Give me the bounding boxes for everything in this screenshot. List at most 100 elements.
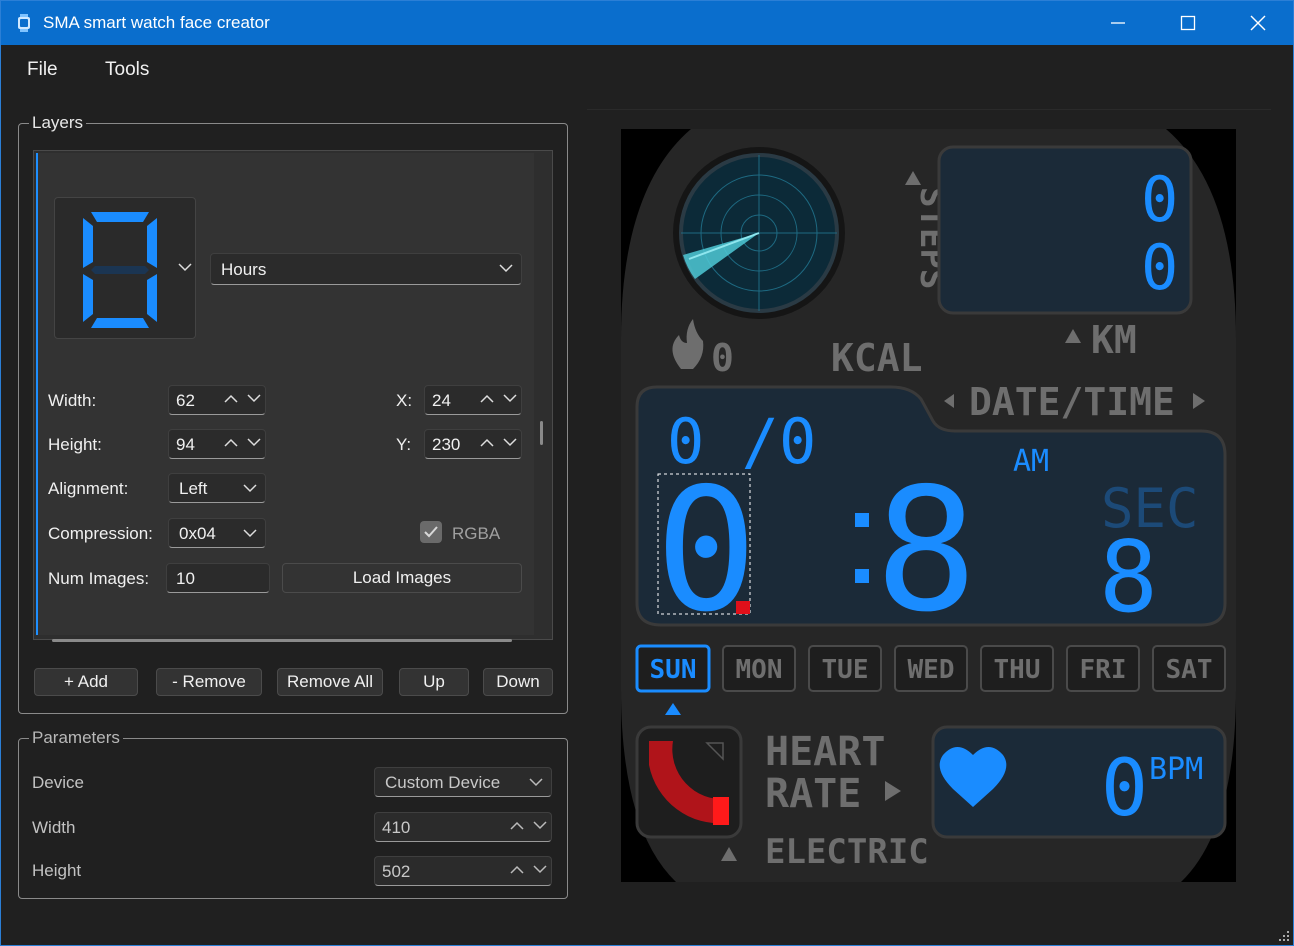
bpm-value: 0 xyxy=(1101,744,1148,834)
day-box-sun: SUN xyxy=(635,644,711,693)
decrement-icon[interactable] xyxy=(247,438,261,447)
day-box-wed: WED xyxy=(894,645,968,692)
day-label-mon: MON xyxy=(736,655,783,685)
parameters-group-title: Parameters xyxy=(29,728,123,748)
height-spinbox[interactable]: 94 xyxy=(168,429,266,459)
layers-list[interactable]: Hours Width: 62 X: 24 Height: 94 Y: 230 … xyxy=(33,150,553,642)
decrement-icon[interactable] xyxy=(247,394,261,403)
day-label-thu: THU xyxy=(994,655,1041,685)
height-label: Height: xyxy=(48,435,102,454)
close-icon xyxy=(1250,15,1266,31)
alignment-select[interactable]: Left xyxy=(168,473,266,503)
compression-label: Compression: xyxy=(48,524,153,543)
move-up-button[interactable]: Up xyxy=(399,668,469,696)
km-label: KM xyxy=(1091,318,1137,362)
decrement-icon[interactable] xyxy=(533,865,547,874)
menu-tools[interactable]: Tools xyxy=(105,59,149,81)
num-images-input[interactable]: 10 xyxy=(166,563,270,593)
increment-icon[interactable] xyxy=(480,394,494,403)
decrement-icon[interactable] xyxy=(503,438,517,447)
layer-type-value: Hours xyxy=(221,260,267,279)
canvas-height-value: 502 xyxy=(382,862,411,881)
horizontal-scrollbar[interactable] xyxy=(52,639,512,642)
device-value: Custom Device xyxy=(385,773,501,792)
thumbnail-chevron-down-icon[interactable] xyxy=(178,263,192,272)
minimize-button[interactable] xyxy=(1083,1,1153,45)
checkmark-icon xyxy=(424,526,438,538)
resize-handle[interactable] xyxy=(736,601,750,614)
chevron-down-icon xyxy=(529,778,543,787)
x-spinbox[interactable]: 24 xyxy=(424,385,522,415)
datetime-label: DATE/TIME xyxy=(969,380,1175,424)
resize-grip-icon[interactable] xyxy=(1277,929,1291,943)
menu-file[interactable]: File xyxy=(27,59,58,81)
canvas-height-label: Height xyxy=(32,861,82,880)
layer-item-selected[interactable]: Hours Width: 62 X: 24 Height: 94 Y: 230 … xyxy=(36,153,534,635)
move-down-button[interactable]: Down xyxy=(483,668,553,696)
remove-layer-button[interactable]: - Remove xyxy=(156,668,262,696)
width-spinbox[interactable]: 62 xyxy=(168,385,266,415)
canvas-width-spinbox[interactable]: 410 xyxy=(374,812,552,842)
watch-face-canvas[interactable]: STEPS 0 0 KM 0 KCAL DATE/TIME 0 /0 AM 0 xyxy=(621,129,1236,882)
kcal-label: KCAL xyxy=(831,336,923,380)
load-images-button[interactable]: Load Images xyxy=(282,563,522,593)
radar-icon xyxy=(673,147,845,319)
colon-bottom xyxy=(855,569,869,583)
remove-all-button[interactable]: Remove All xyxy=(277,668,383,696)
width-label: Width: xyxy=(48,391,97,410)
day-box-thu: THU xyxy=(980,645,1054,692)
num-images-value: 10 xyxy=(176,569,195,588)
device-select[interactable]: Custom Device xyxy=(374,767,552,797)
chevron-down-icon xyxy=(243,529,257,538)
alignment-value: Left xyxy=(179,479,208,498)
increment-icon[interactable] xyxy=(224,394,238,403)
day-label-wed: WED xyxy=(908,655,955,685)
canvas-height-spinbox[interactable]: 502 xyxy=(374,856,552,886)
width-value: 62 xyxy=(176,391,195,410)
rgba-checkbox[interactable] xyxy=(420,521,442,543)
compression-value: 0x04 xyxy=(179,524,216,543)
minimize-icon xyxy=(1111,22,1125,24)
decrement-icon[interactable] xyxy=(503,394,517,403)
seven-segment-zero-icon xyxy=(83,212,157,328)
steps-digit-2: 0 xyxy=(1141,231,1178,304)
parameters-group: Parameters Device Custom Device Width 41… xyxy=(18,728,568,899)
maximize-icon xyxy=(1180,15,1196,31)
height-value: 94 xyxy=(176,435,195,454)
layer-thumbnail[interactable] xyxy=(54,197,196,339)
watch-face-preview[interactable]: STEPS 0 0 KM 0 KCAL DATE/TIME 0 /0 AM 0 xyxy=(621,129,1236,882)
y-spinbox[interactable]: 230 xyxy=(424,429,522,459)
maximize-button[interactable] xyxy=(1153,1,1223,45)
colon-top xyxy=(855,513,869,527)
menu-bar: File Tools xyxy=(1,45,1293,93)
increment-icon[interactable] xyxy=(224,438,238,447)
app-window: SMA smart watch face creator File Tools … xyxy=(0,0,1294,946)
canvas-width-value: 410 xyxy=(382,818,411,837)
layers-group: Layers Hours Width: 62 X: 24 Height: 94 … xyxy=(18,113,568,714)
rgba-label: RGBA xyxy=(452,524,501,543)
ampm-text: AM xyxy=(1013,444,1049,479)
increment-icon[interactable] xyxy=(510,865,524,874)
day-label-tue: TUE xyxy=(822,655,869,685)
day-box-sat: SAT xyxy=(1152,645,1226,692)
increment-icon[interactable] xyxy=(480,438,494,447)
day-label-sun: SUN xyxy=(650,655,697,685)
add-layer-button[interactable]: + Add xyxy=(34,668,138,696)
heart-label-line1: HEART xyxy=(765,729,885,775)
window-title: SMA smart watch face creator xyxy=(43,13,270,32)
layers-group-title: Layers xyxy=(29,113,87,133)
chevron-down-icon xyxy=(499,264,513,273)
title-bar: SMA smart watch face creator xyxy=(1,1,1293,45)
vertical-scrollbar[interactable] xyxy=(540,421,543,445)
layer-type-select[interactable]: Hours xyxy=(210,253,522,285)
increment-icon[interactable] xyxy=(510,821,524,830)
compression-select[interactable]: 0x04 xyxy=(168,518,266,548)
decrement-icon[interactable] xyxy=(533,821,547,830)
steps-digit-1: 0 xyxy=(1141,163,1178,236)
watch-app-icon xyxy=(18,14,30,32)
device-label: Device xyxy=(32,773,84,792)
close-button[interactable] xyxy=(1223,1,1293,45)
bpm-label: BPM xyxy=(1149,752,1203,787)
hour-digit: 0 xyxy=(655,452,757,650)
x-value: 24 xyxy=(432,391,451,410)
